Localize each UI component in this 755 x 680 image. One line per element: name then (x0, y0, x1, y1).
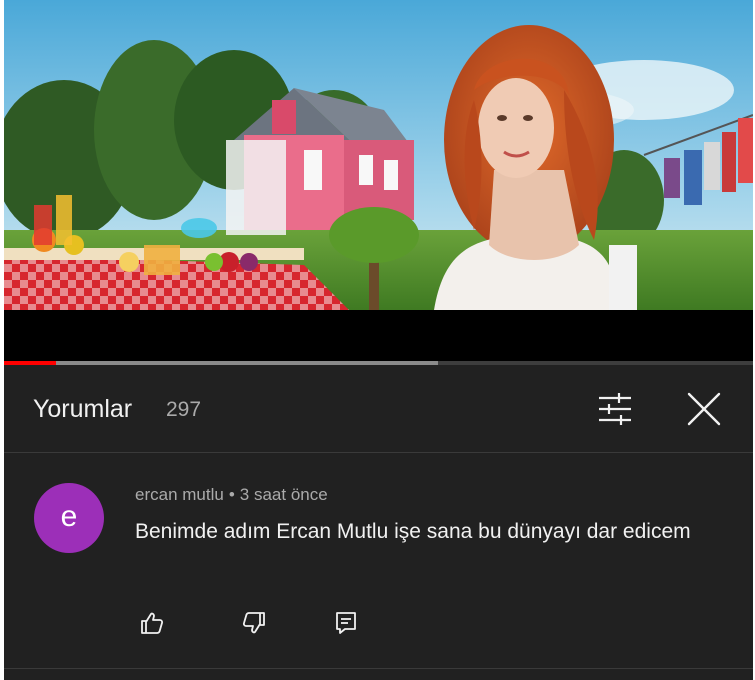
dislike-button[interactable] (241, 610, 267, 636)
video-player[interactable] (4, 0, 753, 310)
close-icon (687, 392, 721, 426)
next-comment-edge (4, 669, 753, 680)
comment-meta: ercan mutlu • 3 saat önce (135, 485, 328, 505)
like-button[interactable] (139, 610, 165, 636)
meta-separator: • (228, 485, 235, 504)
comment-text: Benimde adım Ercan Mutlu işe sana bu dün… (135, 520, 691, 543)
comments-count: 297 (166, 398, 202, 421)
comments-title: Yorumlar (33, 395, 133, 423)
sort-filter-icon (599, 393, 631, 425)
app-frame: Yorumlar 297 e ercan mutlu • 3 saat önce… (4, 0, 753, 680)
avatar[interactable]: e (34, 483, 104, 553)
comment-author[interactable]: ercan mutlu (135, 485, 224, 504)
dislike-icon (242, 612, 265, 634)
comments-header: Yorumlar 297 (4, 365, 753, 453)
close-button[interactable] (684, 389, 724, 429)
like-icon (141, 612, 164, 634)
reply-icon (336, 612, 356, 634)
sort-filter-button[interactable] (595, 389, 635, 429)
comment-time: 3 saat önce (239, 485, 328, 504)
comment-item: e ercan mutlu • 3 saat önce Benimde adım E… (4, 453, 753, 668)
video-letterbox (4, 310, 753, 362)
video-frame-image (4, 0, 753, 310)
reply-button[interactable] (333, 610, 359, 636)
